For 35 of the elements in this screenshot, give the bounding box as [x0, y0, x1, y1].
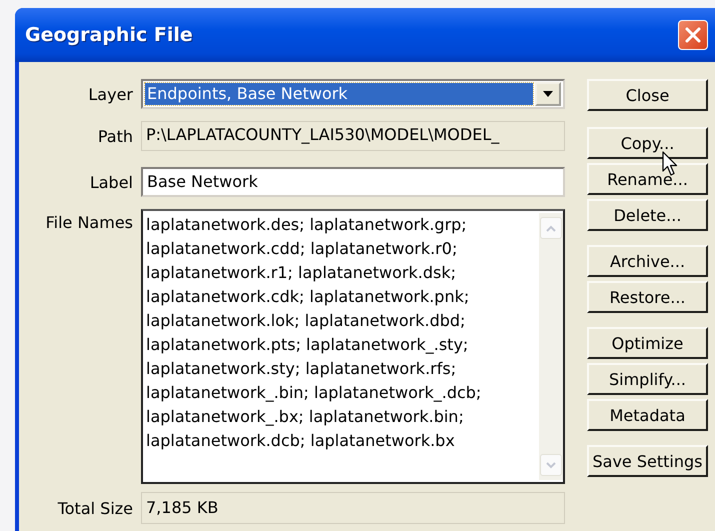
close-button[interactable]	[678, 20, 708, 50]
file-names-line: laplatanetwork_.bx; laplatanetwork.bin;	[146, 406, 465, 428]
scroll-down-icon	[540, 454, 562, 476]
layer-dropdown[interactable]: Endpoints, Base Network	[141, 79, 565, 109]
field-label: Path	[96, 126, 133, 146]
file-names-box[interactable]	[141, 209, 565, 484]
scroll-up-icon	[540, 217, 562, 239]
field-label: Layer	[87, 84, 133, 104]
field-label: Label	[88, 172, 133, 192]
file-names-line: laplatanetwork.dcb; laplatanetwork.bx	[146, 430, 456, 452]
total-size-field: 7,185 KB	[141, 492, 565, 524]
dialog-button[interactable]: Save Settings	[587, 445, 708, 477]
field-label: File Names	[44, 213, 133, 232]
dialog-button[interactable]: Restore...	[587, 281, 708, 313]
window-title: Geographic File	[25, 24, 193, 46]
dialog-button[interactable]: Close	[587, 79, 708, 111]
file-names-line: laplatanetwork.sty; laplatanetwork.rfs;	[146, 358, 458, 380]
dialog-button[interactable]: Delete...	[587, 199, 708, 231]
path-field: P:\LAPLATACOUNTY_LAI530\MODEL\MODEL_	[141, 121, 565, 151]
dialog-button[interactable]: Optimize	[587, 327, 708, 359]
field-label: Total Size	[56, 498, 133, 518]
file-names-line: laplatanetwork_.bin; laplatanetwork_.dcb;	[146, 382, 482, 404]
file-names-line: laplatanetwork.des; laplatanetwork.grp;	[146, 214, 468, 236]
dialog-button[interactable]: Archive...	[587, 245, 708, 277]
file-names-line: laplatanetwork.r1; laplatanetwork.dsk;	[146, 262, 457, 284]
file-names-line: laplatanetwork.lok; laplatanetwork.dbd;	[146, 310, 466, 332]
file-names-line: laplatanetwork.pts; laplatanetwork_.sty;	[146, 334, 470, 356]
dialog-button[interactable]: Copy...	[587, 127, 708, 159]
text-field[interactable]: Base Network	[141, 167, 565, 197]
file-names-line: laplatanetwork.cdd; laplatanetwork.r0;	[146, 238, 458, 260]
dialog-button[interactable]: Rename...	[587, 163, 708, 195]
dialog-button[interactable]: Simplify...	[587, 363, 708, 395]
file-names-line: laplatanetwork.cdk; laplatanetwork.pnk;	[146, 286, 470, 308]
close-icon	[684, 26, 702, 44]
dialog-button[interactable]: Metadata	[587, 399, 708, 431]
